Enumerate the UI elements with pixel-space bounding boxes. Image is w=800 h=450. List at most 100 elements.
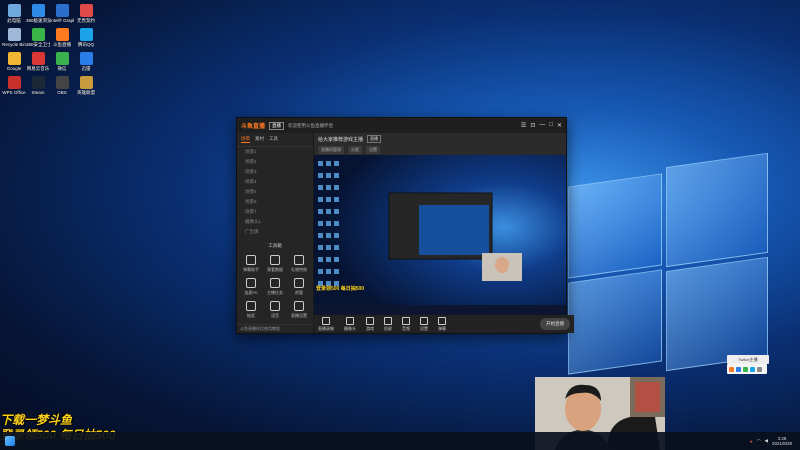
close-button[interactable]: ✕	[557, 122, 562, 129]
control-button[interactable]: 投屏	[384, 316, 392, 332]
tool-label: 连麦PK	[244, 290, 258, 295]
start-live-button[interactable]: 开始直播	[540, 318, 570, 330]
desktop-icon[interactable]: 网易云音乐	[26, 52, 50, 71]
stream-preview[interactable]: 登录领500 每日抽500	[314, 155, 566, 315]
scene-item[interactable]: 场景3	[237, 167, 313, 177]
bluetooth-icon[interactable]	[736, 366, 741, 372]
tool-item[interactable]: 语音	[264, 301, 286, 319]
tool-item[interactable]: 观看数据	[264, 255, 286, 273]
windows-logo-wallpaper	[568, 150, 768, 380]
douyu-icon[interactable]	[729, 366, 734, 372]
desktop-icon[interactable]: 腾讯QQ	[74, 28, 98, 47]
control-button[interactable]: 游戏	[366, 316, 374, 332]
tool-item[interactable]: 抽奖	[240, 301, 262, 319]
taskbar: ● ◠ ◀ 3:28 2021/8/28	[0, 432, 800, 450]
desktop-icon[interactable]: 此电脑	[2, 4, 26, 23]
control-button[interactable]: 弹幕	[438, 316, 446, 332]
maximize-button[interactable]: □	[549, 122, 553, 129]
desktop-icon-label: 网易云音乐	[26, 66, 50, 71]
control-button[interactable]: 直播录制	[318, 316, 334, 332]
desktop-icon-label: Recycle Bin	[2, 42, 26, 47]
scene-item[interactable]: 场景2	[237, 157, 313, 167]
clock-date[interactable]: 2021/8/28	[772, 441, 792, 446]
tab-sources[interactable]: 素材	[255, 136, 264, 143]
desktop-icon[interactable]: 微信	[50, 52, 74, 71]
menu-icon[interactable]: ☰	[521, 122, 526, 129]
app-logo: 斗鱼直播	[241, 124, 266, 130]
tool-icon	[294, 301, 304, 311]
control-button[interactable]: 设置	[420, 316, 428, 332]
desktop-icon-label: 腾讯QQ	[77, 42, 94, 47]
start-button[interactable]	[5, 436, 15, 446]
version-badge[interactable]: 直播	[269, 121, 285, 130]
desktop-icon[interactable]: 无畏契约	[74, 4, 98, 23]
app-icon	[7, 28, 21, 41]
wechat-icon[interactable]	[743, 366, 748, 372]
tool-item[interactable]: 连麦PK	[240, 278, 262, 296]
control-icon	[438, 316, 446, 325]
desktop-icon-label: 英雄联盟	[77, 90, 95, 95]
help-link[interactable]: 斗鱼直播伴侣使用教程	[237, 324, 313, 333]
scene-item[interactable]: 场景7	[237, 207, 313, 217]
tray-flyout[interactable]	[727, 364, 767, 374]
desktop-icon[interactable]: Recycle Bin	[2, 28, 26, 47]
scene-item[interactable]: 场景6	[237, 197, 313, 207]
desktop-icon[interactable]: Intel® Graphics	[50, 4, 74, 23]
minimize-button[interactable]: —	[539, 122, 545, 129]
desktop-icon-label: 此电脑	[7, 18, 21, 23]
left-panel: 场景 素材 工具 场景1 场景2 场景3 场景4 场景5 场景6 场景7 摄像头1 广告牌 工具…	[237, 133, 314, 333]
tool-item[interactable]: 弹幕助手	[240, 255, 262, 273]
app-icon	[79, 4, 93, 17]
tool-item[interactable]: 礼物特效	[288, 255, 310, 273]
tool-item[interactable]: 房管	[288, 278, 310, 296]
control-icon	[402, 316, 410, 325]
desktop-icon[interactable]: Google	[2, 52, 26, 71]
control-button[interactable]: 音频	[402, 316, 410, 332]
qq-icon[interactable]	[750, 366, 755, 372]
scene-item[interactable]: 场景1	[237, 147, 313, 157]
tool-label: 房管	[295, 290, 303, 295]
desktop-icon-label: 360极速浏览器	[26, 18, 50, 23]
control-label: 摄像头	[344, 325, 356, 331]
chip-settings[interactable]: 设置	[366, 146, 380, 154]
tool-item[interactable]: 主播任务	[264, 278, 286, 296]
chip-room-manage[interactable]: 直播间管理	[318, 146, 344, 154]
app-icon	[79, 76, 93, 89]
scene-item[interactable]: 场景5	[237, 187, 313, 197]
desktop-icon-label: 360安全卫士	[26, 42, 50, 47]
desktop-icon[interactable]: 360安全卫士	[26, 28, 50, 47]
tool-item[interactable]: 直播设置	[288, 301, 310, 319]
tab-tools[interactable]: 工具	[269, 136, 278, 143]
desktop-icon[interactable]: OBS	[50, 76, 74, 95]
title-bar[interactable]: 斗鱼直播 直播 欢迎使用斗鱼直播伴侣 ☰ ⊡ — □ ✕	[237, 118, 566, 133]
control-button[interactable]: 摄像头	[344, 316, 356, 332]
desktop-icon-label: WPS Office	[2, 90, 26, 95]
stream-tag: 直播	[367, 135, 382, 143]
desktop-icon[interactable]: 360极速浏览器	[26, 4, 50, 23]
streaming-app-window[interactable]: 斗鱼直播 直播 欢迎使用斗鱼直播伴侣 ☰ ⊡ — □ ✕ 场景 素材 工具 场景…	[236, 117, 574, 334]
control-icon	[420, 316, 428, 325]
chip-category[interactable]: 分类	[348, 146, 362, 154]
desktop-icon[interactable]: WPS Office	[2, 76, 26, 95]
control-icon	[366, 316, 374, 325]
desktop-icon[interactable]: 斗鱼直播	[50, 28, 74, 47]
volume-icon[interactable]: ◀	[765, 438, 768, 444]
desktop-icon[interactable]: 迅雷	[74, 52, 98, 71]
scene-item[interactable]: 摄像头1	[237, 217, 313, 227]
wifi-icon[interactable]: ◠	[757, 438, 761, 444]
app-icon	[79, 52, 93, 65]
notification-icon[interactable]: ●	[750, 439, 753, 444]
tab-scenes[interactable]: 场景	[241, 136, 250, 143]
app-icon	[55, 52, 69, 65]
tool-icon	[294, 278, 304, 288]
tool-icon	[246, 278, 256, 288]
scene-item[interactable]: 广告牌	[237, 227, 313, 237]
settings-icon[interactable]	[757, 366, 762, 372]
scene-item[interactable]: 场景4	[237, 177, 313, 187]
stream-title[interactable]: 给大家推荐游戏主播	[318, 136, 363, 143]
desktop-icon-label: Google	[6, 66, 22, 71]
skin-icon[interactable]: ⊡	[530, 122, 535, 129]
tool-icon	[294, 255, 304, 265]
desktop-icon[interactable]: 英雄联盟	[74, 76, 98, 95]
desktop-icon[interactable]: Steam	[26, 76, 50, 95]
